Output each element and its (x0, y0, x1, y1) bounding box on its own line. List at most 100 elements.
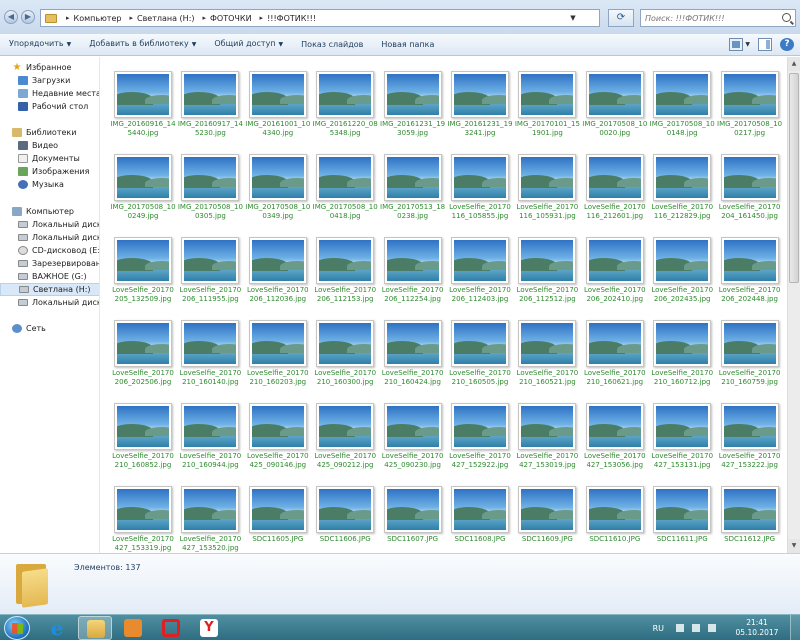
share-button[interactable]: Общий доступ ▼ (205, 33, 292, 56)
file-tile[interactable]: LoveSelfie_20170 210_160300.jpg (311, 306, 379, 386)
flag-icon[interactable] (676, 624, 684, 632)
file-tile[interactable]: LoveSelfie_20170 206_202506.jpg (109, 306, 177, 386)
file-tile[interactable]: LoveSelfie_20170 210_160140.jpg (176, 306, 244, 386)
organize-button[interactable]: Упорядочить ▼ (0, 33, 80, 56)
taskbar-ie[interactable]: e (40, 616, 74, 640)
file-tile[interactable]: LoveSelfie_20170 116_212829.jpg (648, 140, 716, 220)
taskbar-media[interactable] (116, 616, 150, 640)
file-tile[interactable]: IMG_20170508_10 0305.jpg (176, 140, 244, 220)
file-tile[interactable]: LoveSelfie_20170 210_160944.jpg (176, 389, 244, 469)
file-tile[interactable]: LoveSelfie_20170 206_112254.jpg (379, 223, 447, 303)
file-tile[interactable]: LoveSelfie_20170 206_111955.jpg (176, 223, 244, 303)
file-tile[interactable]: LoveSelfie_20170 210_160621.jpg (581, 306, 649, 386)
file-tile[interactable]: IMG_20170508_10 0418.jpg (311, 140, 379, 220)
show-desktop-button[interactable] (790, 615, 800, 640)
nav-computer[interactable]: Компьютер (0, 205, 99, 218)
file-tile[interactable]: IMG_20161001_10 4340.jpg (244, 57, 312, 137)
file-tile[interactable]: IMG_20160916_14 5440.jpg (109, 57, 177, 137)
scroll-up-icon[interactable]: ▲ (788, 57, 800, 71)
file-tile[interactable]: LoveSelfie_20170 206_202410.jpg (581, 223, 649, 303)
file-tile[interactable]: IMG_20161231_19 3059.jpg (379, 57, 447, 137)
file-tile[interactable]: LoveSelfie_20170 427_152922.jpg (446, 389, 514, 469)
change-view-icon[interactable] (729, 38, 744, 51)
nav-item-svetlana-h[interactable]: Светлана (H:) (0, 283, 99, 296)
nav-item-drive-d[interactable]: Локальный диск (D:) (0, 231, 99, 244)
nav-item-vazhnoe-g[interactable]: ВАЖНОЕ (G:) (0, 270, 99, 283)
file-tile[interactable]: SDC11607.JPG (379, 472, 447, 552)
start-button[interactable] (4, 616, 30, 640)
file-tile[interactable]: LoveSelfie_20170 210_160759.jpg (716, 306, 784, 386)
nav-network[interactable]: Сеть (0, 322, 99, 335)
nav-libraries[interactable]: Библиотеки (0, 126, 99, 139)
network-tray-icon[interactable] (692, 624, 700, 632)
file-tile[interactable]: LoveSelfie_20170 427_153222.jpg (716, 389, 784, 469)
file-tile[interactable]: LoveSelfie_20170 210_160203.jpg (244, 306, 312, 386)
nav-item-downloads[interactable]: Загрузки (0, 74, 99, 87)
chevron-right-icon[interactable]: ▸ (203, 14, 207, 22)
file-tile[interactable]: LoveSelfie_20170 425_090146.jpg (244, 389, 312, 469)
nav-item-drive-c[interactable]: Локальный диск (C:) (0, 218, 99, 231)
nav-item-desktop[interactable]: Рабочий стол (0, 100, 99, 113)
search-icon[interactable] (782, 13, 791, 22)
slideshow-button[interactable]: Показ слайдов (292, 34, 372, 56)
file-tile[interactable]: LoveSelfie_20170 206_202435.jpg (648, 223, 716, 303)
chevron-right-icon[interactable]: ▸ (260, 14, 264, 22)
preview-pane-icon[interactable] (758, 38, 772, 51)
breadcrumb-computer[interactable]: Компьютер (74, 14, 122, 23)
nav-item-video[interactable]: Видео (0, 139, 99, 152)
new-folder-button[interactable]: Новая папка (372, 34, 443, 56)
file-tile[interactable]: IMG_20170101_15 1901.jpg (513, 57, 581, 137)
file-tile[interactable]: IMG_20170508_10 0349.jpg (244, 140, 312, 220)
file-tile[interactable]: SDC11611.JPG (648, 472, 716, 552)
file-tile[interactable]: IMG_20161220_08 5348.jpg (311, 57, 379, 137)
file-tile[interactable]: IMG_20161231_19 3241.jpg (446, 57, 514, 137)
file-tile[interactable]: LoveSelfie_20170 210_160521.jpg (513, 306, 581, 386)
scroll-down-icon[interactable]: ▼ (788, 539, 800, 553)
file-tile[interactable]: LoveSelfie_20170 425_090230.jpg (379, 389, 447, 469)
breadcrumb-fotochki[interactable]: ФОТОЧКИ (210, 14, 252, 23)
file-tile[interactable]: IMG_20170508_10 0249.jpg (109, 140, 177, 220)
back-button[interactable]: ◀ (4, 10, 18, 24)
nav-item-reserved-f[interactable]: Зарезервировано системой (F:) (0, 257, 99, 270)
file-tile[interactable]: LoveSelfie_20170 210_160852.jpg (109, 389, 177, 469)
file-tile[interactable]: SDC11610.JPG (581, 472, 649, 552)
file-tile[interactable]: LoveSelfie_20170 206_112403.jpg (446, 223, 514, 303)
file-tile[interactable]: LoveSelfie_20170 210_160424.jpg (379, 306, 447, 386)
file-tile[interactable]: LoveSelfie_20170 210_160712.jpg (648, 306, 716, 386)
taskbar-opera[interactable] (154, 616, 188, 640)
forward-button[interactable]: ▶ (21, 10, 35, 24)
file-tile[interactable]: LoveSelfie_20170 427_153131.jpg (648, 389, 716, 469)
file-tile[interactable]: LoveSelfie_20170 206_112512.jpg (513, 223, 581, 303)
refresh-button[interactable]: ⟳ (608, 9, 634, 27)
chevron-right-icon[interactable]: ▸ (129, 14, 133, 22)
file-tile[interactable]: IMG_20170508_10 0148.jpg (648, 57, 716, 137)
file-tile[interactable]: IMG_20170513_18 0238.jpg (379, 140, 447, 220)
file-tile[interactable]: IMG_20160917_14 5230.jpg (176, 57, 244, 137)
address-field[interactable]: ▸ Компьютер ▸ Светлана (H:) ▸ ФОТОЧКИ ▸ … (40, 9, 600, 27)
file-tile[interactable]: LoveSelfie_20170 425_090212.jpg (311, 389, 379, 469)
chevron-down-icon[interactable]: ▼ (567, 10, 579, 26)
nav-item-drive-i[interactable]: Локальный диск (I:) (0, 296, 99, 309)
chevron-down-icon[interactable]: ▼ (745, 41, 750, 48)
file-tile[interactable]: LoveSelfie_20170 205_132509.jpg (109, 223, 177, 303)
file-tile[interactable]: LoveSelfie_20170 210_160505.jpg (446, 306, 514, 386)
nav-item-music[interactable]: Музыка (0, 178, 99, 191)
nav-item-recent[interactable]: Недавние места (0, 87, 99, 100)
nav-item-cd-e[interactable]: CD-дисковод (E:) (0, 244, 99, 257)
file-tile[interactable]: SDC11605.JPG (244, 472, 312, 552)
vertical-scrollbar[interactable]: ▲ ▼ (787, 57, 800, 553)
file-tile[interactable]: LoveSelfie_20170 206_202448.jpg (716, 223, 784, 303)
file-tile[interactable]: LoveSelfie_20170 206_112153.jpg (311, 223, 379, 303)
file-tile[interactable]: IMG_20170508_10 0217.jpg (716, 57, 784, 137)
file-tile[interactable]: LoveSelfie_20170 206_112036.jpg (244, 223, 312, 303)
file-tile[interactable]: LoveSelfie_20170 116_212601.jpg (581, 140, 649, 220)
clock[interactable]: 21:41 05.10.2017 (724, 618, 790, 638)
breadcrumb-fotik[interactable]: !!!ФОТИК!!! (267, 14, 316, 23)
file-tile[interactable]: SDC11612.JPG (716, 472, 784, 552)
file-tile[interactable]: LoveSelfie_20170 204_161450.jpg (716, 140, 784, 220)
taskbar-yandex[interactable]: Y (192, 616, 226, 640)
file-tile[interactable]: LoveSelfie_20170 427_153520.jpg (176, 472, 244, 552)
add-to-library-button[interactable]: Добавить в библиотеку ▼ (80, 33, 205, 56)
file-tile[interactable]: SDC11609.JPG (513, 472, 581, 552)
search-box[interactable] (640, 9, 796, 27)
